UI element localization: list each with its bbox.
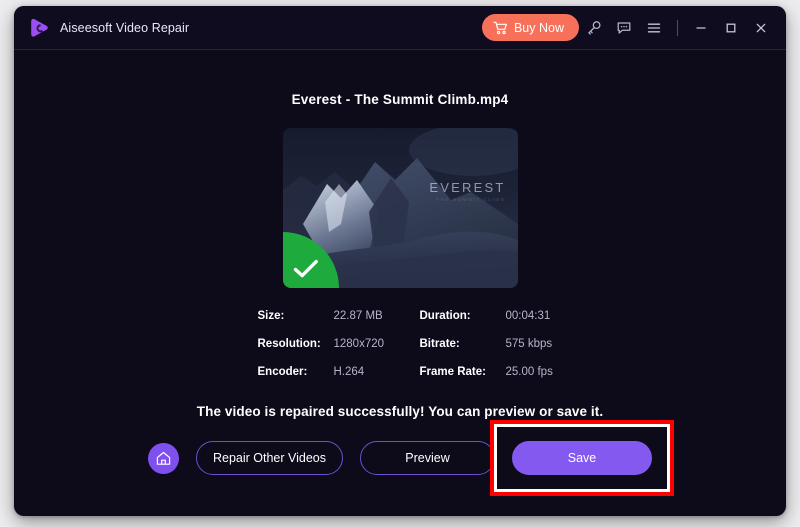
minimize-icon[interactable]: [686, 13, 716, 43]
metadata-label-bitrate: Bitrate:: [419, 338, 460, 350]
metadata-value-size: 22.87 MB: [333, 310, 383, 322]
metadata-value-bitrate: 575 kbps: [505, 338, 553, 350]
buy-now-label: Buy Now: [513, 20, 564, 35]
repair-other-videos-button[interactable]: Repair Other Videos: [196, 441, 343, 475]
action-bar: Repair Other Videos Preview Save: [148, 420, 674, 496]
metadata-value-frame-rate: 25.00 fps: [505, 366, 553, 378]
maximize-icon[interactable]: [716, 13, 746, 43]
hamburger-menu-icon[interactable]: [639, 13, 669, 43]
buy-now-button[interactable]: Buy Now: [481, 14, 579, 41]
preview-button[interactable]: Preview: [360, 441, 495, 475]
metadata-value-resolution: 1280x720: [333, 338, 385, 350]
aiseesoft-play-logo-icon: [28, 17, 50, 39]
main-content: Everest - The Summit Climb.mp4 EVEREST T…: [14, 50, 786, 515]
app-title: Aiseesoft Video Repair: [60, 20, 190, 35]
metadata-label-resolution: Resolution:: [257, 338, 321, 350]
shopping-cart-icon: [493, 21, 508, 35]
title-bar: Aiseesoft Video Repair Buy Now: [14, 6, 786, 50]
save-button[interactable]: Save: [512, 441, 652, 475]
home-button[interactable]: [148, 442, 179, 474]
chat-bubble-icon[interactable]: [609, 13, 639, 43]
key-icon[interactable]: [579, 13, 609, 43]
app-brand: Aiseesoft Video Repair: [28, 17, 189, 39]
metadata-value-duration: 00:04:31: [505, 310, 551, 322]
file-title: Everest - The Summit Climb.mp4: [291, 92, 509, 107]
titlebar-divider: [677, 19, 678, 36]
titlebar-controls: Buy Now: [481, 13, 776, 43]
close-icon[interactable]: [746, 13, 776, 43]
metadata-label-duration: Duration:: [419, 310, 471, 322]
metadata-label-encoder: Encoder:: [257, 366, 308, 378]
metadata-grid: Size: 22.87 MB Duration: 00:04:31 Resolu…: [257, 310, 553, 378]
screenshot-root: Aiseesoft Video Repair Buy Now Everest -…: [0, 0, 800, 527]
home-icon: [155, 450, 172, 467]
status-message: The video is repaired successfully! You …: [196, 404, 604, 419]
metadata-label-size: Size:: [257, 310, 285, 322]
metadata-label-frame-rate: Frame Rate:: [419, 366, 486, 378]
video-thumbnail[interactable]: EVEREST THE SUMMIT CLIMB: [282, 128, 518, 288]
metadata-value-encoder: H.264: [333, 366, 365, 378]
save-button-wrapper: Save: [490, 420, 674, 496]
app-window: Aiseesoft Video Repair Buy Now Everest -…: [14, 6, 786, 516]
